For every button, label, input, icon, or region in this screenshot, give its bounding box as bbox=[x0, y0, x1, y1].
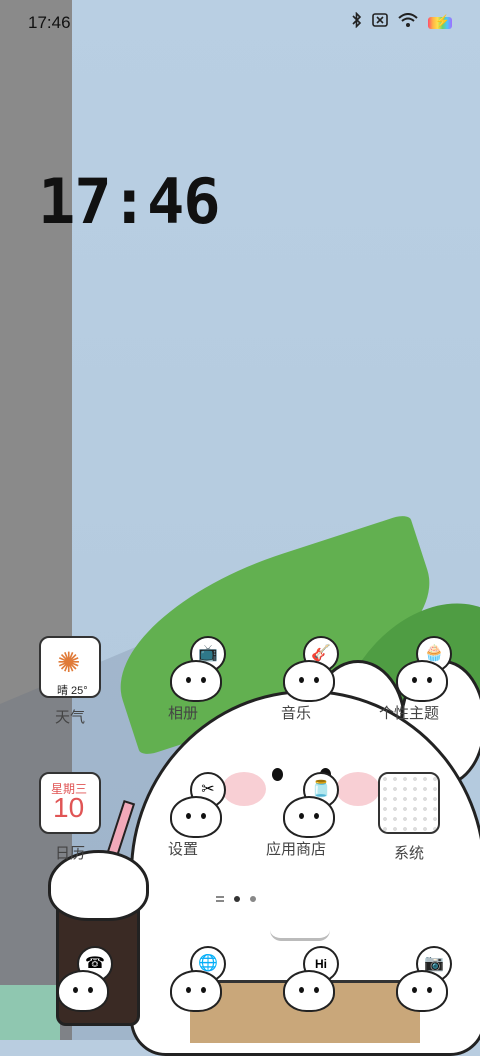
weather-widget-text: 晴 25° bbox=[57, 685, 88, 697]
status-icons bbox=[352, 11, 452, 33]
status-time: 17:46 bbox=[28, 13, 71, 32]
mascot-icon bbox=[396, 970, 448, 1012]
app-system-folder[interactable]: 系统 bbox=[359, 772, 459, 863]
mascot-icon bbox=[283, 660, 335, 702]
music-icon: 🎸 bbox=[267, 636, 339, 702]
phone-icon: ☎ bbox=[41, 946, 113, 1012]
sun-icon: ✺ bbox=[57, 647, 81, 678]
mascot-icon bbox=[283, 796, 335, 838]
calendar-widget-icon: 星期三 10 bbox=[39, 772, 101, 834]
battery-charging-icon bbox=[428, 14, 452, 29]
app-weather[interactable]: ✺ 晴 25° 天气 bbox=[20, 636, 120, 727]
app-settings[interactable]: ✂ 设置 bbox=[133, 772, 233, 859]
app-label: 音乐 bbox=[280, 705, 311, 722]
gallery-icon: 📺 bbox=[154, 636, 226, 702]
mascot-icon bbox=[170, 660, 222, 702]
page-indicator[interactable] bbox=[216, 896, 256, 902]
home-clock[interactable]: 17:46 bbox=[38, 165, 221, 238]
app-store[interactable]: 🫙 应用商店 bbox=[246, 772, 346, 859]
app-music[interactable]: 🎸 音乐 bbox=[246, 636, 346, 723]
status-bar: 17:46 bbox=[0, 0, 480, 44]
no-sim-icon bbox=[372, 13, 388, 32]
app-label: 日历 bbox=[54, 845, 85, 862]
app-label: 设置 bbox=[167, 841, 198, 858]
messages-icon: Hi bbox=[267, 946, 339, 1012]
app-label: 天气 bbox=[54, 709, 85, 726]
app-label: 相册 bbox=[167, 705, 198, 722]
mascot-icon bbox=[170, 970, 222, 1012]
camera-icon: 📷 bbox=[380, 946, 452, 1012]
weather-widget-icon: ✺ 晴 25° bbox=[39, 636, 101, 698]
dock-messages[interactable]: Hi bbox=[246, 946, 346, 1012]
bunny-mouth bbox=[270, 930, 330, 941]
app-label: 应用商店 bbox=[265, 841, 326, 858]
page-dot-active bbox=[234, 896, 240, 902]
bluetooth-icon bbox=[352, 11, 362, 33]
app-gallery[interactable]: 📺 相册 bbox=[133, 636, 233, 723]
app-calendar[interactable]: 星期三 10 日历 bbox=[20, 772, 120, 863]
dock-phone[interactable]: ☎ bbox=[20, 946, 120, 1012]
app-label: 系统 bbox=[393, 845, 424, 862]
dock-browser[interactable]: 🌐 bbox=[133, 946, 233, 1012]
mascot-icon bbox=[396, 660, 448, 702]
app-themes[interactable]: 🧁 个性主题 bbox=[359, 636, 459, 723]
wifi-icon bbox=[398, 13, 418, 32]
folder-icon bbox=[378, 772, 440, 834]
dock-camera[interactable]: 📷 bbox=[359, 946, 459, 1012]
mascot-icon bbox=[170, 796, 222, 838]
calendar-day: 10 bbox=[53, 792, 85, 823]
settings-icon: ✂ bbox=[154, 772, 226, 838]
browser-icon: 🌐 bbox=[154, 946, 226, 1012]
app-label: 个性主题 bbox=[378, 705, 439, 722]
app-store-icon: 🫙 bbox=[267, 772, 339, 838]
mascot-icon bbox=[57, 970, 109, 1012]
themes-icon: 🧁 bbox=[380, 636, 452, 702]
page-dot bbox=[250, 896, 256, 902]
page-indicator-menu bbox=[216, 896, 224, 902]
mascot-icon bbox=[283, 970, 335, 1012]
